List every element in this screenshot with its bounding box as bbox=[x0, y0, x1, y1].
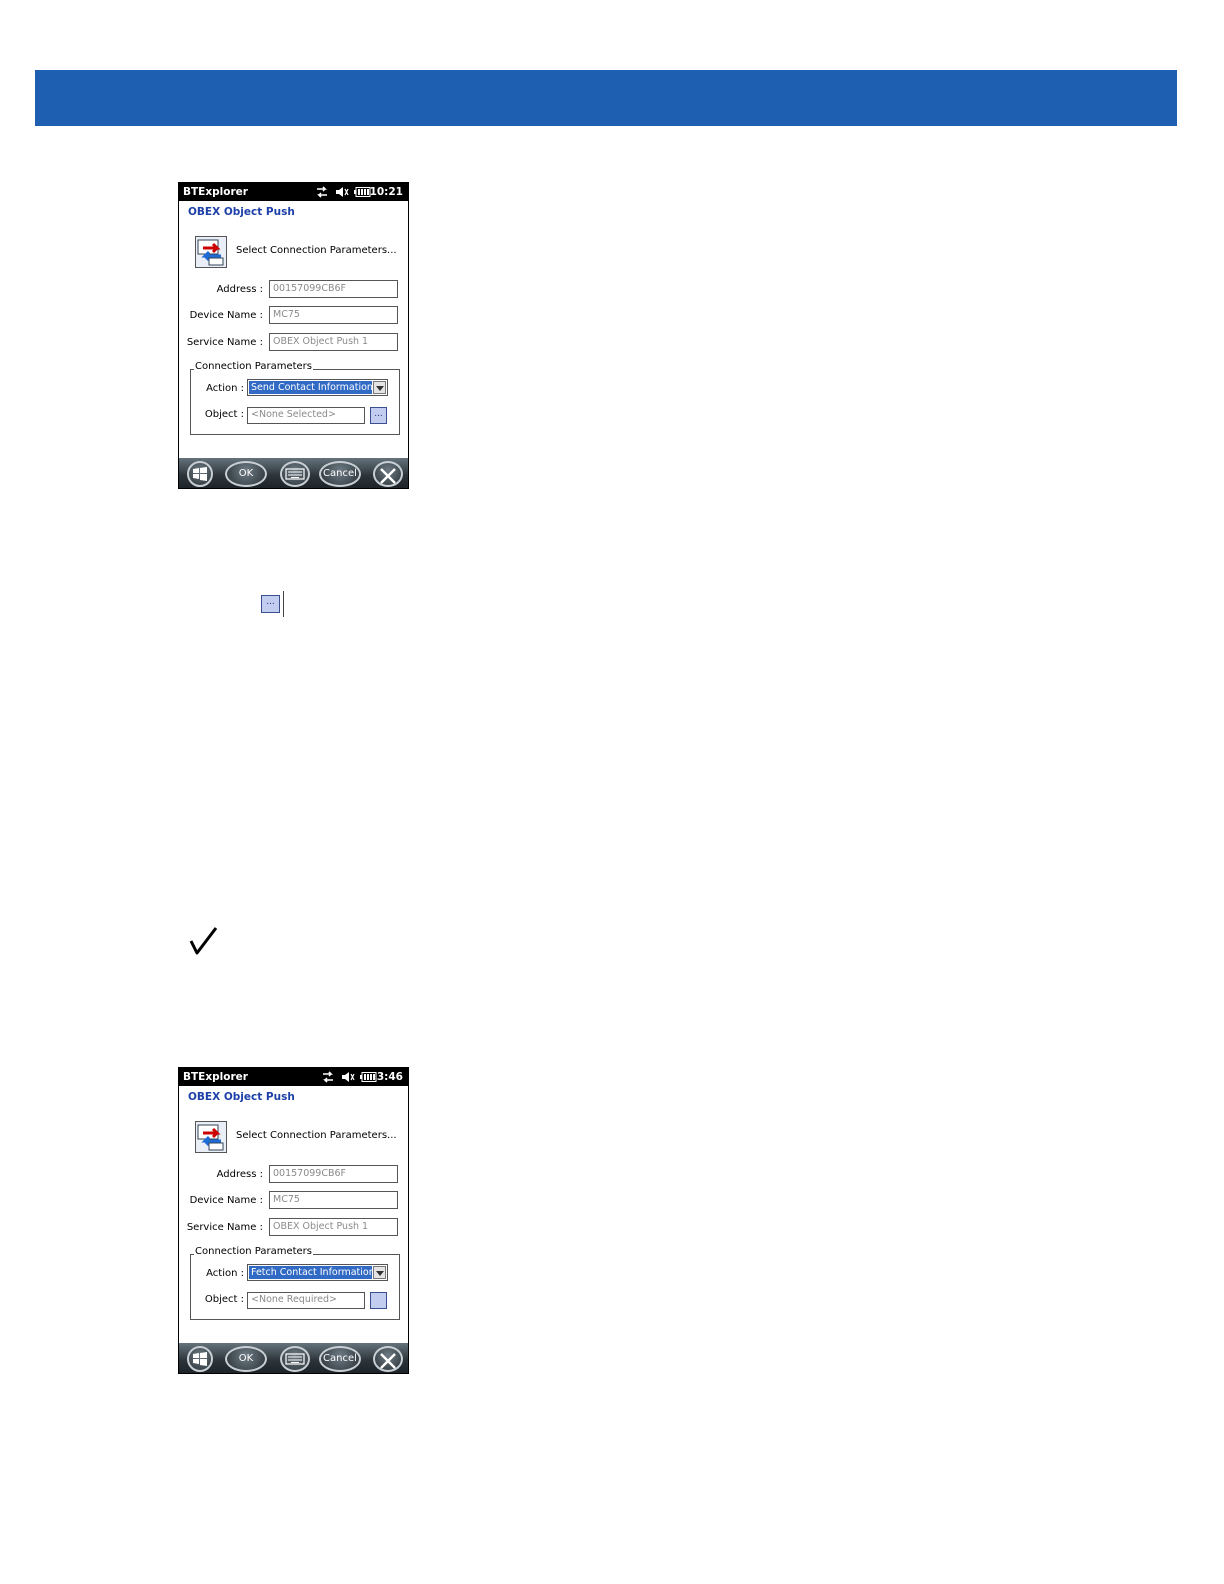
keyboard-icon[interactable] bbox=[280, 1346, 310, 1372]
device-name-field[interactable]: MC75 bbox=[269, 1191, 398, 1209]
service-name-field[interactable]: OBEX Object Push 1 bbox=[269, 1218, 398, 1236]
battery-icon bbox=[354, 187, 371, 200]
chevron-down-icon[interactable] bbox=[373, 1266, 386, 1279]
clock: 10:21 bbox=[369, 186, 403, 198]
screen-title: OBEX Object Push bbox=[188, 206, 295, 218]
clock: 3:46 bbox=[376, 1071, 403, 1083]
object-field[interactable]: <None Selected> bbox=[247, 407, 365, 424]
object-label: Object : bbox=[204, 1294, 244, 1305]
battery-icon bbox=[360, 1072, 377, 1085]
chevron-down-icon[interactable] bbox=[373, 381, 386, 394]
keyboard-icon[interactable] bbox=[280, 461, 310, 487]
status-bar: BTExplorer 3:46 bbox=[179, 1068, 408, 1086]
service-name-field[interactable]: OBEX Object Push 1 bbox=[269, 333, 398, 351]
action-label: Action : bbox=[206, 1268, 244, 1279]
speaker-muted-icon bbox=[341, 1070, 355, 1087]
browse-button-disabled bbox=[370, 1292, 387, 1309]
sync-icon bbox=[315, 185, 329, 202]
text-cursor bbox=[283, 591, 284, 617]
address-label: Address : bbox=[216, 1169, 263, 1180]
action-dropdown[interactable]: Send Contact Information bbox=[247, 379, 388, 396]
device-name-field[interactable]: MC75 bbox=[269, 306, 398, 324]
softkey-bar: OK Cancel bbox=[179, 1343, 408, 1373]
header-band bbox=[35, 70, 1177, 126]
softkey-bar: OK Cancel bbox=[179, 458, 408, 488]
checkmark-icon bbox=[189, 925, 219, 957]
app-title: BTExplorer bbox=[183, 1071, 248, 1083]
object-field: <None Required> bbox=[247, 1292, 365, 1309]
device-name-label: Device Name : bbox=[189, 310, 263, 321]
screen-title: OBEX Object Push bbox=[188, 1091, 295, 1103]
address-field[interactable]: 00157099CB6F bbox=[269, 1165, 398, 1183]
sync-icon bbox=[321, 1070, 335, 1087]
action-label: Action : bbox=[206, 383, 244, 394]
action-dropdown[interactable]: Fetch Contact Information bbox=[247, 1264, 388, 1281]
speaker-muted-icon bbox=[335, 185, 349, 202]
browse-button[interactable]: ... bbox=[370, 407, 387, 424]
ok-button[interactable]: OK bbox=[225, 461, 267, 487]
status-bar: BTExplorer 10:21 bbox=[179, 183, 408, 201]
app-title: BTExplorer bbox=[183, 186, 248, 198]
group-title: Connection Parameters bbox=[194, 1246, 313, 1257]
windows-start-icon[interactable] bbox=[187, 1346, 213, 1372]
device-screenshot-fetch: BTExplorer 3:46 OBEX Object Push Select … bbox=[178, 1067, 409, 1374]
action-selected-value: Fetch Contact Information bbox=[249, 1266, 372, 1279]
cancel-button[interactable]: Cancel bbox=[319, 461, 361, 487]
service-name-label: Service Name : bbox=[186, 337, 263, 348]
address-label: Address : bbox=[216, 284, 263, 295]
device-name-label: Device Name : bbox=[189, 1195, 263, 1206]
ok-button[interactable]: OK bbox=[225, 1346, 267, 1372]
bluetooth-transfer-icon bbox=[195, 236, 227, 268]
object-label: Object : bbox=[204, 409, 244, 420]
wizard-heading: Select Connection Parameters... bbox=[236, 245, 397, 256]
service-name-label: Service Name : bbox=[186, 1222, 263, 1233]
action-selected-value: Send Contact Information bbox=[249, 381, 372, 394]
device-screenshot-send: BTExplorer 10:21 OBEX Object Push Select… bbox=[178, 182, 409, 489]
address-field[interactable]: 00157099CB6F bbox=[269, 280, 398, 298]
bluetooth-transfer-icon bbox=[195, 1121, 227, 1153]
windows-start-icon[interactable] bbox=[187, 461, 213, 487]
wizard-heading: Select Connection Parameters... bbox=[236, 1130, 397, 1141]
group-title: Connection Parameters bbox=[194, 361, 313, 372]
cancel-button[interactable]: Cancel bbox=[319, 1346, 361, 1372]
close-icon[interactable] bbox=[373, 1346, 403, 1372]
inline-browse-button[interactable]: ... bbox=[261, 595, 280, 613]
close-icon[interactable] bbox=[373, 461, 403, 487]
